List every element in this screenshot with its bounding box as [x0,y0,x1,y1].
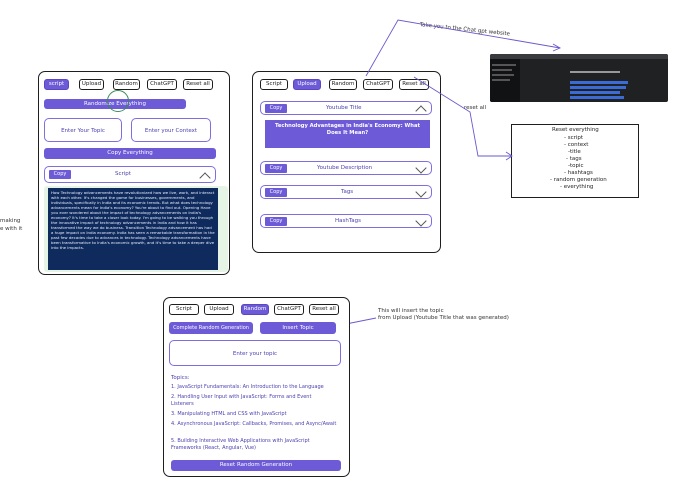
tab-script[interactable]: Script [169,304,199,315]
topic-item[interactable]: 2. Handling User Input with JavaScript: … [171,394,331,407]
tab-reset-all[interactable]: Reset all [309,304,339,315]
topic-item[interactable]: 1. JavaScript Fundamentals: An Introduct… [171,384,347,391]
arrow-to-reset-box [413,76,512,157]
topic-item[interactable]: 3. Manipulating HTML and CSS with JavaSc… [171,411,347,418]
tab-random[interactable]: Random [241,304,269,315]
topics-label: Topics: [171,375,190,381]
tab-upload[interactable]: Upload [204,304,234,315]
complete-random-generation-button[interactable]: Complete Random Generation [169,322,253,334]
topic-item[interactable]: 5. Building Interactive Web Applications… [171,438,341,451]
random-topic-input[interactable]: Enter your topic [169,340,341,366]
random-mockup-frame: Script Upload Random ChatGPT Reset all C… [163,297,350,477]
reset-random-generation-button[interactable]: Reset Random Generation [171,460,341,471]
arrow-to-chatgpt [365,19,561,77]
tab-chatgpt[interactable]: ChatGPT [274,304,304,315]
insert-topic-button[interactable]: Insert Topic [260,322,336,334]
topic-item[interactable]: 4. Asynchronous JavaScript: Callbacks, P… [171,421,337,428]
